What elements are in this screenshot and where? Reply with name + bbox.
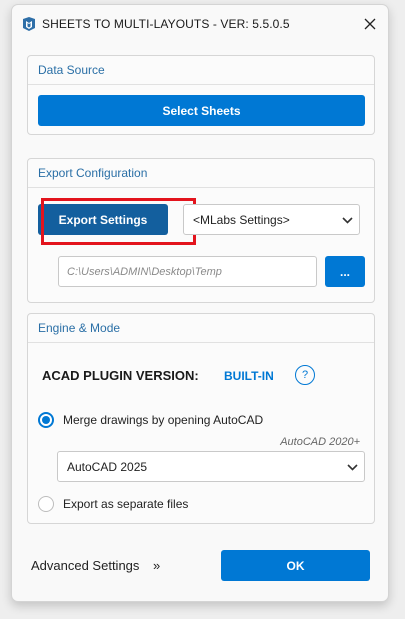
close-button[interactable] — [356, 11, 384, 37]
title-bar: SHEETS TO MULTI-LAYOUTS - VER: 5.5.0.5 — [12, 5, 388, 43]
settings-dropdown[interactable]: <MLabs Settings> — [183, 204, 360, 235]
export-settings-button[interactable]: Export Settings — [38, 204, 168, 235]
double-chevron-right-icon: » — [153, 558, 161, 573]
separate-files-radio[interactable] — [38, 496, 54, 512]
dialog-window: SHEETS TO MULTI-LAYOUTS - VER: 5.5.0.5 D… — [11, 4, 389, 602]
engine-mode-group: Engine & Mode ACAD PLUGIN VERSION: BUILT… — [27, 313, 375, 524]
browse-button[interactable]: ... — [325, 256, 365, 287]
separate-files-label[interactable]: Export as separate files — [63, 497, 188, 511]
export-configuration-header: Export Configuration — [28, 159, 374, 188]
autocad-version-hint: AutoCAD 2020+ — [280, 436, 360, 448]
autocad-version-value: AutoCAD 2025 — [67, 459, 148, 474]
chevron-down-icon — [342, 216, 353, 224]
merge-drawings-radio[interactable] — [38, 412, 54, 428]
app-logo-icon — [21, 16, 37, 32]
advanced-settings-label: Advanced Settings — [31, 558, 140, 573]
merge-drawings-label[interactable]: Merge drawings by opening AutoCAD — [63, 413, 263, 427]
window-title: SHEETS TO MULTI-LAYOUTS - VER: 5.5.0.5 — [42, 17, 290, 31]
help-button[interactable]: ? — [295, 365, 315, 385]
data-source-group: Data Source Select Sheets — [27, 55, 375, 135]
select-sheets-button[interactable]: Select Sheets — [38, 95, 365, 126]
close-icon — [364, 18, 376, 30]
settings-dropdown-value: <MLabs Settings> — [193, 212, 290, 227]
advanced-settings-link[interactable]: Advanced Settings » — [31, 558, 160, 573]
ok-button[interactable]: OK — [221, 550, 370, 581]
engine-mode-header: Engine & Mode — [28, 314, 374, 343]
autocad-version-dropdown[interactable]: AutoCAD 2025 — [57, 451, 365, 482]
chevron-down-icon — [347, 463, 358, 471]
data-source-header: Data Source — [28, 56, 374, 85]
help-icon: ? — [301, 369, 309, 381]
export-configuration-group: Export Configuration Export Settings <ML… — [27, 158, 375, 303]
acad-plugin-label: ACAD PLUGIN VERSION: — [42, 368, 199, 383]
acad-plugin-value: BUILT-IN — [224, 369, 274, 383]
output-path-input[interactable]: C:\Users\ADMIN\Desktop\Temp — [58, 256, 317, 287]
